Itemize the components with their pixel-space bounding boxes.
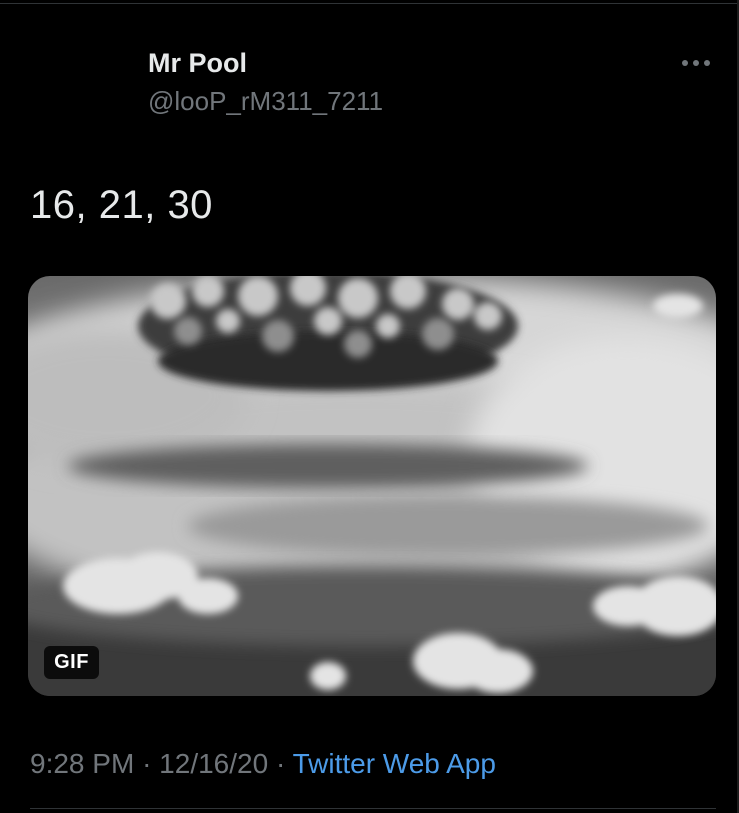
tweet-date[interactable]: 12/16/20 bbox=[159, 748, 268, 779]
tweet-time[interactable]: 9:28 PM bbox=[30, 748, 134, 779]
tweet-media-gif[interactable] bbox=[28, 276, 716, 696]
tweet-source-link[interactable]: Twitter Web App bbox=[293, 748, 496, 779]
tweet-metadata: 9:28 PM · 12/16/20 · Twitter Web App bbox=[30, 746, 496, 782]
author-display-name[interactable]: Mr Pool bbox=[148, 46, 383, 80]
gif-badge: GIF bbox=[44, 646, 99, 679]
more-options-button[interactable] bbox=[676, 52, 716, 74]
tweet-text: 16, 21, 30 bbox=[30, 183, 213, 227]
meta-separator: · bbox=[275, 748, 286, 779]
top-divider bbox=[0, 3, 739, 4]
bottom-divider bbox=[30, 808, 716, 809]
mushroom-cloud-image bbox=[28, 276, 716, 696]
tweet-header: Mr Pool @looP_rM311_7211 bbox=[148, 46, 383, 118]
author-handle[interactable]: @looP_rM311_7211 bbox=[148, 84, 383, 118]
meta-separator: · bbox=[142, 748, 152, 779]
more-horizontal-icon bbox=[682, 60, 710, 66]
